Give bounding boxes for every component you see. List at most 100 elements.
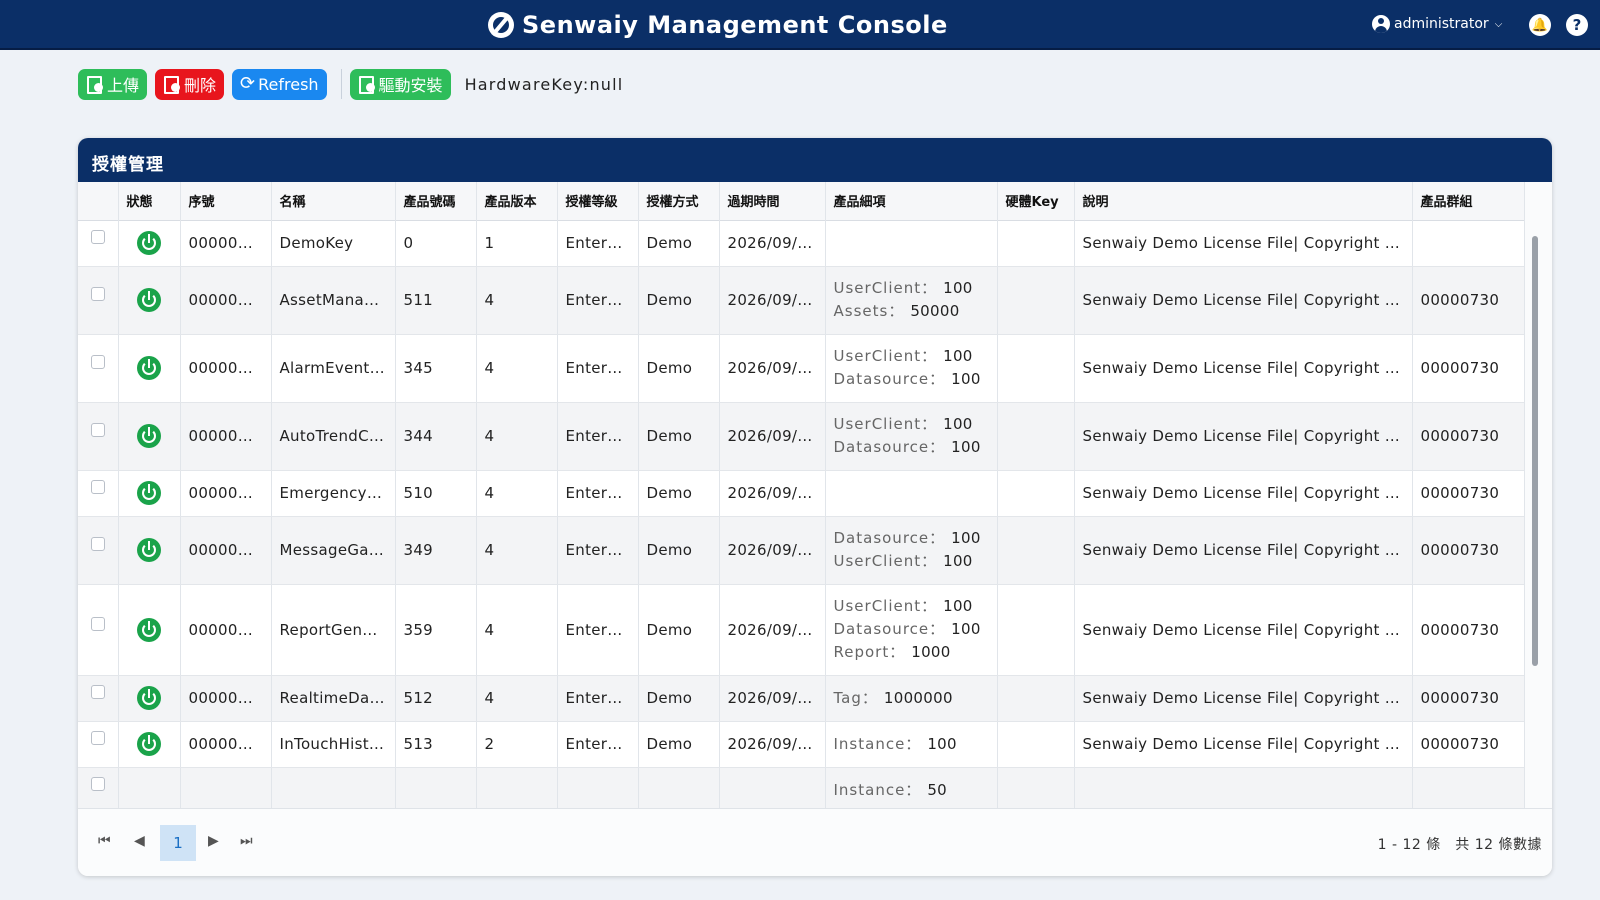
cell-group [1412, 220, 1524, 267]
table-row[interactable]: Instance： 50 [78, 767, 1524, 808]
cell-hwkey [997, 721, 1075, 768]
bell-icon[interactable]: 🔔 [1529, 14, 1551, 36]
row-checkbox[interactable] [90, 777, 105, 791]
status-cell [118, 220, 181, 267]
power-status-icon[interactable] [137, 356, 161, 380]
user-menu[interactable]: administrator ⌵ [1372, 15, 1502, 33]
driver-install-button[interactable]: 驅動安裝 [349, 68, 451, 100]
table-body[interactable]: 00000730 DemoKey 0 1 Enterp… Demo 2026/09/30 Se… [78, 220, 1524, 808]
detail-key: Datasource： [833, 370, 946, 388]
power-status-icon[interactable] [137, 732, 161, 756]
cell-method: Demo [638, 721, 720, 768]
column-header[interactable]: 授權等級 [557, 182, 639, 221]
detail-line: UserClient： 100 [834, 595, 989, 618]
cell-expiry: 2026/09/30 [719, 470, 826, 517]
column-header[interactable]: 產品號碼 [395, 182, 477, 221]
cell-level: Enterp… [557, 220, 639, 267]
column-header[interactable]: 過期時間 [719, 182, 826, 221]
cell-name: AlarmEvent… [271, 334, 396, 403]
column-header[interactable]: 硬體Key [997, 182, 1075, 221]
row-checkbox[interactable] [90, 616, 105, 631]
detail-key: UserClient： [833, 279, 938, 297]
column-header[interactable]: 產品版本 [476, 182, 558, 221]
cell-product-no: 513 [395, 721, 477, 768]
cell-name: DemoKey [271, 220, 396, 267]
cell-level: Enterp… [557, 516, 639, 585]
power-status-icon[interactable] [137, 230, 161, 255]
detail-value: 100 [943, 415, 973, 433]
table-row[interactable]: 00000796 ReportGene… 359 4 Enterp… Demo 2026/0… [78, 584, 1524, 676]
last-page-icon[interactable]: ⏭ [240, 833, 253, 849]
first-page-icon[interactable]: ⏮ [98, 833, 111, 849]
detail-line: Datasource： 100 [834, 618, 989, 641]
chevron-down-icon: ⌵ [1494, 18, 1503, 30]
help-button[interactable]: ? [1566, 14, 1588, 36]
refresh-button[interactable]: ⟳ Refresh [232, 68, 327, 100]
cell-serial: 00000763 [180, 402, 272, 471]
row-checkbox[interactable] [90, 423, 105, 437]
table-row[interactable]: 00000741 AssetManag… 511 4 Enterp… Demo 2026/0… [78, 266, 1524, 335]
table-row[interactable]: 00000774 EmergencyR… 510 4 Enterp… Demo 2026/0… [78, 470, 1524, 517]
column-header[interactable]: 狀態 [118, 182, 181, 221]
cell-product-no: 344 [395, 402, 477, 471]
cell-serial: 00000808 [180, 675, 272, 722]
next-page-icon[interactable]: ▶ [208, 833, 219, 849]
detail-key: UserClient： [833, 415, 938, 433]
power-status-icon[interactable] [137, 481, 161, 505]
detail-key: Tag： [833, 688, 878, 707]
row-checkbox[interactable] [90, 537, 105, 551]
detail-line: Report： 1000 [834, 641, 989, 664]
power-status-icon[interactable] [137, 288, 161, 312]
delete-button[interactable]: 刪除 [155, 68, 225, 100]
cell-version: 4 [476, 470, 558, 517]
cell-expiry [719, 767, 826, 808]
power-status-icon[interactable] [137, 617, 161, 642]
cell-group: 00000730 [1412, 584, 1524, 676]
cell-version: 1 [476, 220, 558, 267]
cell-product-no: 359 [395, 584, 477, 676]
prev-page-icon[interactable]: ◀ [134, 833, 145, 849]
current-page-button[interactable]: 1 [160, 825, 196, 861]
cell-expiry: 2026/09/30 [719, 334, 826, 403]
power-status-icon[interactable] [137, 686, 161, 710]
table-row[interactable]: 00000752 AlarmEvent… 345 4 Enterp… Demo 2026/0… [78, 334, 1524, 403]
detail-key: Datasource： [833, 529, 946, 547]
row-checkbox[interactable] [90, 480, 105, 494]
select-all-header[interactable] [78, 182, 119, 221]
row-checkbox[interactable] [90, 731, 105, 745]
table-row[interactable]: 00000785 MessageGat… 349 4 Enterp… Demo 2026/0… [78, 516, 1524, 585]
upload-button[interactable]: 上傳 [78, 68, 148, 100]
cell-details [825, 220, 998, 267]
row-checkbox[interactable] [90, 287, 105, 301]
column-header[interactable]: 產品群組 [1412, 182, 1525, 221]
power-status-icon[interactable] [137, 538, 161, 562]
column-header[interactable]: 序號 [180, 182, 272, 221]
status-cell [118, 402, 181, 471]
column-header[interactable]: 授權方式 [638, 182, 720, 221]
table-row[interactable]: 00000730 DemoKey 0 1 Enterp… Demo 2026/09/30 Se… [78, 220, 1524, 267]
table-row[interactable]: 00000763 AutoTrendC… 344 4 Enterp… Demo 2026/0… [78, 402, 1524, 471]
row-checkbox[interactable] [90, 685, 105, 699]
column-header[interactable]: 產品細項 [825, 182, 998, 221]
cell-serial: 00000774 [180, 470, 272, 517]
table-row[interactable]: 00000808 RealtimeDat… 512 4 Enterp… Demo 2026/… [78, 675, 1524, 722]
detail-key: UserClient： [833, 552, 938, 570]
detail-line: UserClient： 100 [834, 277, 989, 300]
detail-value: 100 [951, 370, 981, 388]
status-cell [118, 266, 181, 335]
column-header[interactable]: 說明 [1074, 182, 1413, 221]
cell-serial: 00000730 [180, 220, 272, 267]
cell-method: Demo [638, 584, 720, 676]
column-header[interactable]: 名稱 [271, 182, 396, 221]
detail-line: Datasource： 100 [834, 527, 989, 550]
row-checkbox[interactable] [90, 355, 105, 369]
row-checkbox[interactable] [90, 229, 105, 244]
detail-value: 100 [943, 597, 973, 615]
table-row[interactable]: 00000819 InTouchHist… 513 2 Enterp… Demo 2026/… [78, 721, 1524, 768]
detail-line: Datasource： 100 [834, 436, 989, 459]
power-status-icon[interactable] [137, 424, 161, 448]
vertical-scrollbar-thumb[interactable] [1532, 236, 1538, 666]
cell-expiry: 2026/09/30 [719, 584, 826, 676]
cell-desc: Senwaiy Demo License File| Copyright … [1074, 220, 1413, 267]
cell-serial [180, 767, 272, 808]
